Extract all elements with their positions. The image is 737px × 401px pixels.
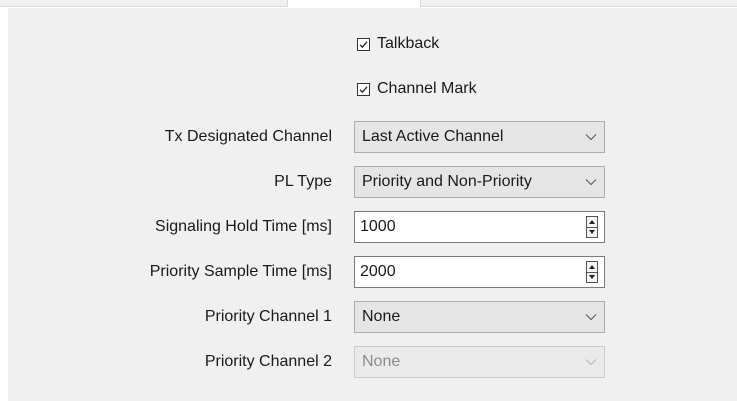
tx-designated-channel-dropdown[interactable]: Last Active Channel (354, 121, 605, 153)
pl-type-value: Priority and Non-Priority (362, 173, 532, 190)
chevron-down-icon[interactable] (578, 313, 604, 321)
tab-strip (0, 0, 737, 8)
priority-channel-1-label: Priority Channel 1 (204, 308, 332, 325)
triangle-down-icon[interactable] (587, 226, 597, 238)
triangle-up-icon[interactable] (587, 217, 597, 227)
signaling-hold-time-label: Signaling Hold Time [ms] (155, 218, 332, 235)
signaling-hold-time-stepper[interactable] (586, 216, 598, 238)
chevron-down-icon[interactable] (578, 133, 604, 141)
check-icon[interactable] (357, 37, 370, 51)
chevron-down-icon[interactable] (578, 178, 604, 186)
tx-designated-channel-value: Last Active Channel (362, 128, 504, 145)
settings-panel (8, 8, 737, 401)
pl-type-dropdown[interactable]: Priority and Non-Priority (354, 166, 605, 198)
talkback-checkbox[interactable]: Talkback (357, 33, 439, 55)
triangle-down-icon[interactable] (587, 271, 597, 283)
channel-mark-label: Channel Mark (377, 80, 477, 97)
channel-mark-checkbox[interactable]: Channel Mark (357, 78, 477, 100)
priority-channel-1-dropdown[interactable]: None (354, 301, 605, 333)
priority-sample-time-label: Priority Sample Time [ms] (149, 263, 332, 280)
chevron-down-icon (578, 358, 604, 366)
pl-type-label: PL Type (274, 173, 332, 190)
tab-inactive-right[interactable] (420, 0, 737, 7)
check-icon[interactable] (357, 82, 370, 96)
tab-inactive-left[interactable] (0, 0, 288, 7)
priority-channel-2-label: Priority Channel 2 (204, 353, 332, 370)
talkback-label: Talkback (377, 35, 440, 52)
priority-sample-time-value[interactable]: 2000 (360, 263, 586, 281)
tx-designated-channel-label: Tx Designated Channel (164, 128, 332, 145)
priority-channel-1-value: None (362, 308, 401, 325)
priority-channel-2-dropdown: None (354, 346, 605, 378)
priority-sample-time-stepper[interactable] (586, 261, 598, 283)
priority-sample-time-input[interactable]: 2000 (354, 256, 605, 288)
signaling-hold-time-value[interactable]: 1000 (360, 218, 586, 236)
priority-channel-2-value: None (362, 353, 401, 370)
triangle-up-icon[interactable] (587, 262, 597, 272)
signaling-hold-time-input[interactable]: 1000 (354, 211, 605, 243)
